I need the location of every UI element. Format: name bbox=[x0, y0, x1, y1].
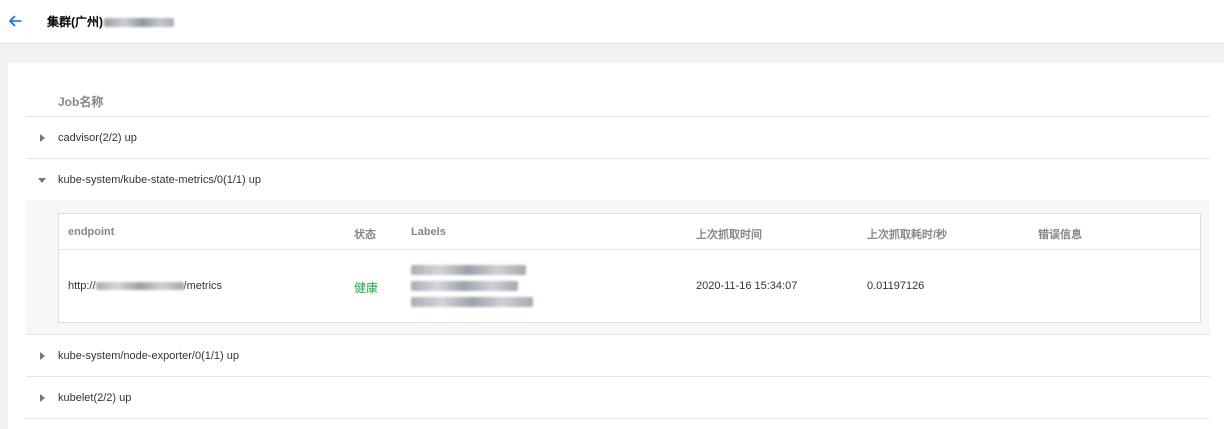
job-label: kubelet(2/2) up bbox=[58, 392, 132, 404]
cluster-region-label: 集群(广州) bbox=[47, 15, 103, 29]
redacted-label-job bbox=[411, 281, 518, 291]
redacted-label-namespace bbox=[411, 297, 533, 307]
redacted-endpoint-host bbox=[95, 282, 184, 291]
caret-down-icon[interactable] bbox=[38, 178, 46, 183]
targets-card: Job名称 cadvisor(2/2) up kube-system/kube-… bbox=[8, 63, 1224, 429]
status-badge: 健康 bbox=[354, 281, 379, 295]
column-status: 状态 bbox=[354, 229, 376, 241]
job-row-kubelet[interactable]: kubelet(2/2) up bbox=[26, 377, 1210, 419]
caret-right-icon[interactable] bbox=[40, 134, 45, 142]
job-row-node-exporter[interactable]: kube-system/node-exporter/0(1/1) up bbox=[26, 335, 1210, 377]
last-scrape-time: 2020-11-16 15:34:07 bbox=[696, 280, 798, 292]
job-row-kube-state-metrics[interactable]: kube-system/kube-state-metrics/0(1/1) up bbox=[26, 159, 1210, 201]
scrape-duration: 0.01197126 bbox=[867, 280, 925, 292]
column-last-scrape: 上次抓取时间 bbox=[696, 229, 762, 241]
caret-right-icon[interactable] bbox=[40, 394, 45, 402]
job-row-cadvisor[interactable]: cadvisor(2/2) up bbox=[26, 117, 1210, 159]
column-labels: Labels bbox=[411, 226, 446, 238]
job-detail-panel: endpoint 状态 Labels 上次抓取时间 上次抓取耗时/秒 错误信息 … bbox=[26, 200, 1210, 335]
table-header: Job名称 bbox=[26, 83, 1210, 117]
endpoint-table-header: endpoint 状态 Labels 上次抓取时间 上次抓取耗时/秒 错误信息 bbox=[59, 214, 1200, 250]
endpoint-suffix: /metrics bbox=[183, 280, 223, 292]
endpoint-url[interactable]: http:// /metrics bbox=[68, 280, 222, 292]
column-scrape-duration: 上次抓取耗时/秒 bbox=[867, 229, 948, 241]
column-error: 错误信息 bbox=[1038, 229, 1082, 241]
redacted-cluster-id bbox=[104, 18, 174, 28]
endpoint-prefix: http:// bbox=[68, 280, 96, 292]
top-bar: 集群(广州) bbox=[0, 0, 1224, 44]
back-arrow-icon[interactable] bbox=[7, 13, 23, 29]
column-endpoint: endpoint bbox=[68, 226, 115, 238]
page-title: 集群(广州) bbox=[47, 15, 174, 29]
redacted-label-instance bbox=[411, 265, 526, 275]
job-label: kube-system/node-exporter/0(1/1) up bbox=[58, 350, 239, 362]
job-label: kube-system/kube-state-metrics/0(1/1) up bbox=[58, 174, 261, 186]
caret-right-icon[interactable] bbox=[40, 352, 45, 360]
column-job-name: Job名称 bbox=[58, 95, 104, 109]
job-label: cadvisor(2/2) up bbox=[58, 132, 137, 144]
endpoint-table: endpoint 状态 Labels 上次抓取时间 上次抓取耗时/秒 错误信息 … bbox=[58, 213, 1201, 323]
